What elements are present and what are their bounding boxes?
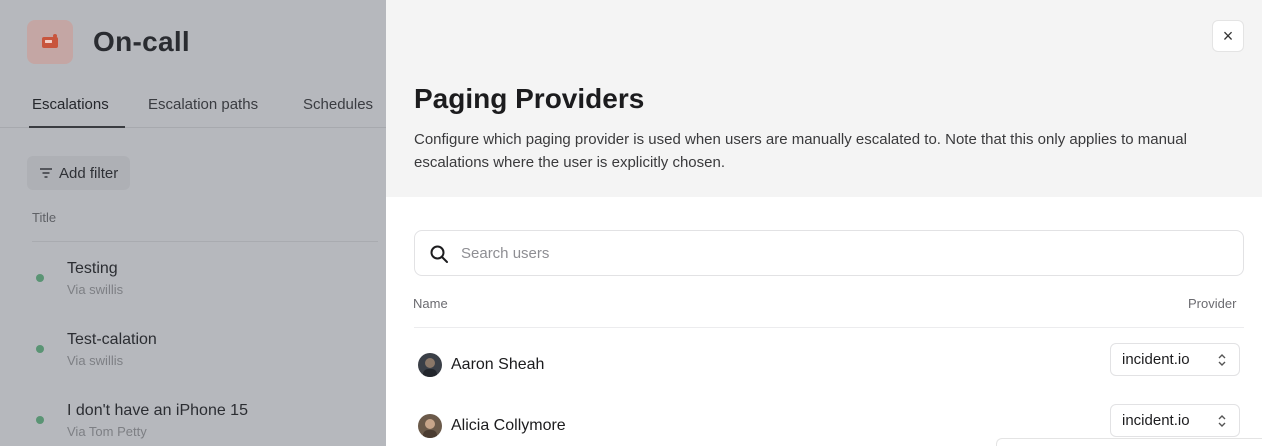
escalation-subtitle: Via swillis	[67, 282, 124, 297]
chevron-up-down-icon	[1218, 354, 1226, 366]
escalation-subtitle: Via Tom Petty	[67, 424, 147, 439]
tab-schedules[interactable]: Schedules	[303, 96, 373, 113]
add-filter-label: Add filter	[59, 164, 119, 182]
provider-select[interactable]: incident.io	[1110, 404, 1240, 437]
avatar	[418, 353, 442, 377]
tab-escalations[interactable]: Escalations	[32, 96, 109, 113]
provider-select[interactable]: incident.io	[1110, 343, 1240, 376]
search-icon	[430, 245, 448, 263]
chevron-up-down-icon	[1218, 415, 1226, 427]
close-button[interactable]: ×	[1212, 20, 1244, 52]
user-row: Aaron Sheah incident.io	[386, 343, 1262, 387]
dropdown-popover-edge	[996, 438, 1262, 446]
status-dot	[36, 274, 44, 282]
add-filter-button[interactable]: Add filter	[27, 156, 131, 190]
divider	[414, 327, 1244, 328]
escalation-subtitle: Via swillis	[67, 353, 124, 368]
search-box	[414, 230, 1244, 276]
user-name: Alicia Collymore	[451, 417, 566, 434]
search-users-input[interactable]	[461, 231, 1221, 275]
escalation-list-item[interactable]: I don't have an iPhone 15 Via Tom Petty	[0, 402, 386, 446]
page-title: On-call	[93, 26, 191, 57]
close-icon: ×	[1222, 26, 1234, 46]
drawer-header: × Paging Providers Configure which pagin…	[386, 0, 1262, 197]
active-tab-indicator	[29, 126, 125, 128]
background-page: On-call Escalations Escalation paths Sch…	[0, 0, 386, 446]
column-header-title: Title	[32, 210, 57, 225]
provider-value: incident.io	[1122, 412, 1190, 429]
paging-providers-drawer: × Paging Providers Configure which pagin…	[386, 0, 1262, 446]
escalation-title: Test-calation	[67, 331, 157, 348]
escalation-title: I don't have an iPhone 15	[67, 402, 248, 419]
column-header-provider: Provider	[1188, 296, 1237, 311]
user-name: Aaron Sheah	[451, 356, 545, 373]
column-header-name: Name	[413, 296, 448, 311]
drawer-description: Configure which paging provider is used …	[414, 131, 1187, 171]
divider	[32, 241, 378, 242]
status-dot	[36, 345, 44, 353]
escalation-list-item[interactable]: Test-calation Via swillis	[0, 331, 386, 375]
escalation-list-item[interactable]: Testing Via swillis	[0, 260, 386, 304]
provider-value: incident.io	[1122, 351, 1190, 368]
escalation-title: Testing	[67, 260, 118, 277]
filter-icon	[40, 168, 52, 178]
tab-escalation-paths[interactable]: Escalation paths	[148, 96, 258, 113]
pager-icon	[27, 20, 73, 64]
drawer-title: Paging Providers	[414, 83, 645, 114]
avatar	[418, 414, 442, 438]
tab-bar: Escalations Escalation paths Schedules	[0, 90, 386, 128]
status-dot	[36, 416, 44, 424]
